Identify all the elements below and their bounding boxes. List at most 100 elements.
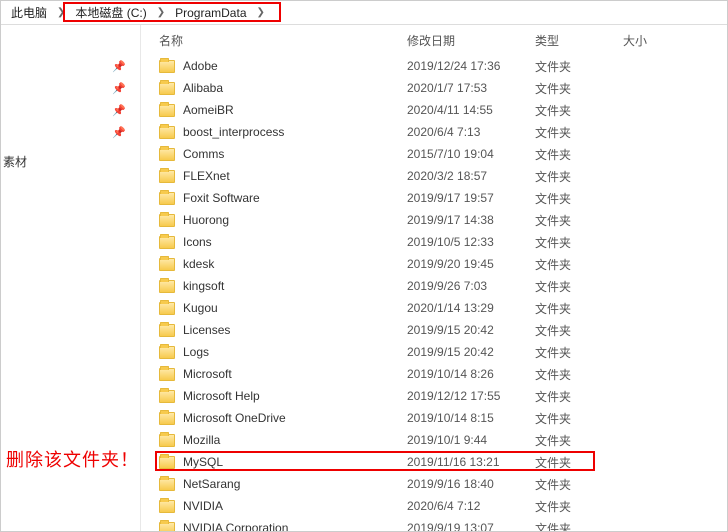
table-row[interactable]: MySQL2019/11/16 13:21文件夹: [141, 451, 727, 473]
cell-name: Microsoft: [159, 367, 407, 381]
file-name: NVIDIA Corporation: [183, 521, 288, 531]
file-name: Icons: [183, 235, 212, 249]
cell-type: 文件夹: [535, 124, 623, 141]
table-row[interactable]: AomeiBR2020/4/11 14:55文件夹: [141, 99, 727, 121]
table-row[interactable]: Mozilla2019/10/1 9:44文件夹: [141, 429, 727, 451]
file-name: AomeiBR: [183, 103, 234, 117]
cell-name: NetSarang: [159, 477, 407, 491]
cell-date: 2020/1/14 13:29: [407, 301, 535, 315]
cell-date: 2019/9/26 7:03: [407, 279, 535, 293]
table-row[interactable]: Microsoft2019/10/14 8:26文件夹: [141, 363, 727, 385]
breadcrumb-seg-drive[interactable]: 本地磁盘 (C:): [69, 4, 152, 21]
table-row[interactable]: kdesk2019/9/20 19:45文件夹: [141, 253, 727, 275]
cell-name: Foxit Software: [159, 191, 407, 205]
cell-type: 文件夹: [535, 476, 623, 493]
pin-icon: 📌: [112, 82, 126, 95]
cell-type: 文件夹: [535, 146, 623, 163]
cell-type: 文件夹: [535, 278, 623, 295]
table-row[interactable]: Microsoft OneDrive 2019/10/14 8:15文件夹: [141, 407, 727, 429]
cell-name: NVIDIA: [159, 499, 407, 513]
folder-icon: [159, 126, 175, 139]
folder-icon: [159, 82, 175, 95]
folder-icon: [159, 148, 175, 161]
cell-name: Logs: [159, 345, 407, 359]
folder-icon: [159, 192, 175, 205]
column-header-date[interactable]: 修改日期: [407, 32, 535, 49]
cell-type: 文件夹: [535, 322, 623, 339]
cell-date: 2019/9/17 19:57: [407, 191, 535, 205]
table-row[interactable]: kingsoft 2019/9/26 7:03文件夹: [141, 275, 727, 297]
table-row[interactable]: Foxit Software2019/9/17 19:57文件夹: [141, 187, 727, 209]
cell-type: 文件夹: [535, 80, 623, 97]
cell-date: 2020/1/7 17:53: [407, 81, 535, 95]
table-row[interactable]: Logs2019/9/15 20:42文件夹: [141, 341, 727, 363]
table-row[interactable]: boost_interprocess2020/6/4 7:13文件夹: [141, 121, 727, 143]
cell-type: 文件夹: [535, 58, 623, 75]
table-row[interactable]: Kugou2020/1/14 13:29文件夹: [141, 297, 727, 319]
chevron-right-icon[interactable]: ❯: [53, 7, 69, 18]
cell-name: Comms: [159, 147, 407, 161]
file-name: kdesk: [183, 257, 214, 271]
file-name: FLEXnet: [183, 169, 230, 183]
folder-icon: [159, 324, 175, 337]
folder-icon: [159, 456, 175, 469]
folder-icon: [159, 302, 175, 315]
cell-type: 文件夹: [535, 234, 623, 251]
file-name: Microsoft Help: [183, 389, 260, 403]
file-name: Microsoft OneDrive: [183, 411, 286, 425]
table-row[interactable]: NVIDIA Corporation2019/9/19 13:07文件夹: [141, 517, 727, 531]
chevron-right-icon[interactable]: ❯: [253, 7, 269, 18]
cell-type: 文件夹: [535, 212, 623, 229]
breadcrumb[interactable]: 此电脑 ❯ 本地磁盘 (C:) ❯ ProgramData ❯: [1, 1, 727, 25]
cell-date: 2020/4/11 14:55: [407, 103, 535, 117]
file-name: Huorong: [183, 213, 229, 227]
column-header-name[interactable]: 名称: [159, 32, 407, 49]
table-row[interactable]: Microsoft Help 2019/12/12 17:55文件夹: [141, 385, 727, 407]
file-name: kingsoft: [183, 279, 224, 293]
table-row[interactable]: Icons 2019/10/5 12:33文件夹: [141, 231, 727, 253]
column-header-type[interactable]: 类型: [535, 32, 623, 49]
breadcrumb-seg-folder[interactable]: ProgramData: [169, 6, 252, 20]
table-row[interactable]: NetSarang2019/9/16 18:40文件夹: [141, 473, 727, 495]
cell-date: 2019/9/20 19:45: [407, 257, 535, 271]
table-row[interactable]: Comms 2015/7/10 19:04文件夹: [141, 143, 727, 165]
file-name: Kugou: [183, 301, 218, 315]
table-row[interactable]: NVIDIA2020/6/4 7:12文件夹: [141, 495, 727, 517]
sidebar-item[interactable]: 素材: [1, 149, 140, 174]
cell-name: boost_interprocess: [159, 125, 407, 139]
file-name: Mozilla: [183, 433, 220, 447]
file-name: boost_interprocess: [183, 125, 284, 139]
cell-name: Huorong: [159, 213, 407, 227]
cell-date: 2019/9/16 18:40: [407, 477, 535, 491]
cell-name: Adobe: [159, 59, 407, 73]
cell-type: 文件夹: [535, 388, 623, 405]
file-name: Microsoft: [183, 367, 232, 381]
cell-name: Icons: [159, 235, 407, 249]
folder-icon: [159, 390, 175, 403]
folder-icon: [159, 258, 175, 271]
cell-name: MySQL: [159, 455, 407, 469]
table-row[interactable]: FLEXnet 2020/3/2 18:57文件夹: [141, 165, 727, 187]
chevron-right-icon[interactable]: ❯: [153, 7, 169, 18]
cell-date: 2019/10/5 12:33: [407, 235, 535, 249]
file-name: MySQL: [183, 455, 223, 469]
cell-date: 2019/12/12 17:55: [407, 389, 535, 403]
table-row[interactable]: Licenses2019/9/15 20:42文件夹: [141, 319, 727, 341]
cell-date: 2019/10/14 8:15: [407, 411, 535, 425]
table-row[interactable]: Huorong2019/9/17 14:38文件夹: [141, 209, 727, 231]
file-name: Comms: [183, 147, 224, 161]
folder-icon: [159, 104, 175, 117]
cell-type: 文件夹: [535, 520, 623, 532]
folder-icon: [159, 434, 175, 447]
folder-icon: [159, 368, 175, 381]
breadcrumb-root[interactable]: 此电脑: [5, 4, 53, 21]
file-name: Licenses: [183, 323, 230, 337]
column-header-size[interactable]: 大小: [623, 32, 727, 49]
cell-date: 2015/7/10 19:04: [407, 147, 535, 161]
cell-type: 文件夹: [535, 168, 623, 185]
table-row[interactable]: Adobe2019/12/24 17:36文件夹: [141, 55, 727, 77]
cell-type: 文件夹: [535, 410, 623, 427]
file-name: NVIDIA: [183, 499, 223, 513]
table-row[interactable]: Alibaba2020/1/7 17:53文件夹: [141, 77, 727, 99]
cell-date: 2020/3/2 18:57: [407, 169, 535, 183]
